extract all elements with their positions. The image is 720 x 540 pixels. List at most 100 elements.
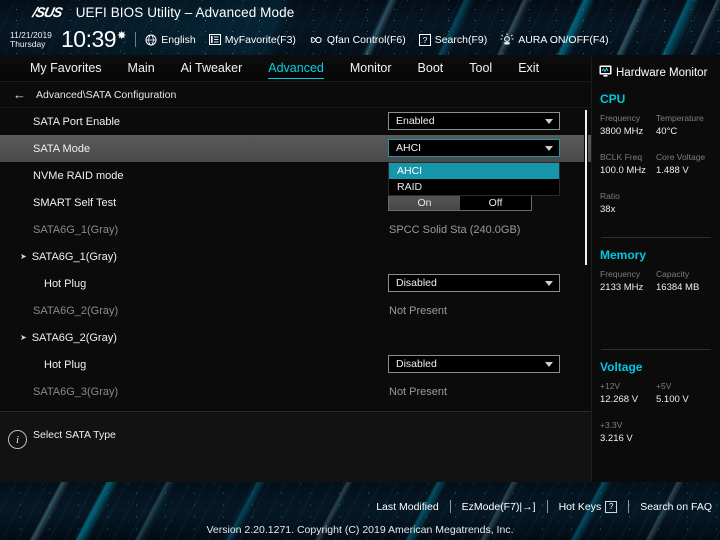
search-on-faq-button[interactable]: Search on FAQ [640,501,712,513]
last-modified-label: Last Modified [376,500,439,513]
footer-bar: Last Modified EzMode(F7)|→] Hot Keys ? S… [0,482,720,540]
hw-metric: +3.3V 3.216 V [600,419,656,446]
setting-label: Hot Plug [44,358,87,371]
setting-label: SATA Mode [33,142,91,155]
setting-label: SATA6G_1(Gray) [33,223,119,236]
qfan-control-button[interactable]: Qfan Control(F6) [309,34,406,46]
toggle-off-option[interactable]: Off [460,195,531,210]
tab-tool[interactable]: Tool [469,59,492,77]
setting-label: SATA6G_2(Gray) [33,304,119,317]
divider [449,500,451,513]
toggle-on-option[interactable]: On [389,195,460,210]
version-text: Version 2.20.1271. Copyright (C) 2019 Am… [206,524,514,536]
chevron-down-icon [545,361,553,367]
current-time: 10:39 [61,26,117,52]
back-arrow-icon[interactable]: ← [13,88,26,101]
monitor-icon [599,64,612,82]
svg-text:?: ? [422,35,427,45]
breadcrumb: ← Advanced\SATA Configuration [0,82,591,108]
hw-metric: Temperature 40°C [656,112,712,139]
chevron-down-icon [545,118,553,124]
hw-metric-key: +3.3V [600,420,623,430]
language-button[interactable]: English [145,34,196,46]
setting-row-hot-plug-1[interactable]: Hot Plug Disabled [0,270,591,297]
sata-mode-dropdown-options[interactable]: AHCI RAID [388,162,560,196]
tab-main[interactable]: Main [128,59,155,77]
last-modified-button[interactable]: Last Modified [376,501,438,513]
help-info-bar: i Select SATA Type [0,411,591,482]
hw-metric-value: 12.268 V [600,394,639,405]
smart-self-test-toggle[interactable]: On Off [388,194,532,211]
tab-my-favorites[interactable]: My Favorites [30,59,102,77]
header-title-row: /SUS UEFI BIOS Utility – Advanced Mode [0,0,720,24]
hot-keys-button[interactable]: Hot Keys ? [559,500,618,513]
chevron-right-icon: ➤ [20,333,27,342]
hardware-monitor-panel: Hardware Monitor CPU Frequency 3800 MHz … [591,55,720,482]
tab-exit[interactable]: Exit [518,59,539,77]
tab-ai-tweaker[interactable]: Ai Tweaker [181,59,243,77]
settings-scrollbar-thumb[interactable] [585,110,587,265]
setting-row-sata-port-enable[interactable]: SATA Port Enable Enabled [0,108,591,135]
hw-metric-value: 5.100 V [656,394,689,405]
setting-row-sata6g-1-device: SATA6G_1(Gray) SPCC Solid Sta (240.0GB) [0,216,591,243]
tab-boot[interactable]: Boot [418,59,444,77]
setting-row-sata6g-2-submenu[interactable]: ➤ SATA6G_2(Gray) [0,324,591,351]
search-button[interactable]: ? Search(F9) [418,33,488,46]
gear-icon[interactable]: ✸ [117,29,126,42]
device-value: SPCC Solid Sta (240.0GB) [389,223,521,236]
chevron-right-icon: ➤ [20,252,27,261]
search-on-faq-label: Search on FAQ [640,500,712,513]
ezmode-button[interactable]: EzMode(F7)|→] [462,501,536,513]
hw-metric-value: 3800 MHz [600,126,644,137]
hot-plug-2-dropdown[interactable]: Disabled [388,355,560,373]
hw-metric-value: 40°C [656,126,678,137]
setting-label: SATA6G_3(Gray) [33,385,119,398]
hw-metric-value: 1.488 V [656,165,689,176]
hw-metric-value: 3.216 V [600,433,633,444]
aura-toggle-button[interactable]: AURA ON/OFF(F4) [500,33,609,46]
dropdown-value: Disabled [396,277,437,289]
dropdown-option-raid[interactable]: RAID [389,179,559,195]
hardware-monitor-header: Hardware Monitor [592,55,720,82]
device-value: Not Present [389,385,448,398]
window-title: UEFI BIOS Utility – Advanced Mode [75,4,295,20]
setting-row-sata6g-1-submenu[interactable]: ➤ SATA6G_1(Gray) [0,243,591,270]
current-weekday: Thursday [10,38,46,49]
setting-label: Hot Plug [44,277,87,290]
hw-voltage-row-2: +3.3V 3.216 V [592,419,720,446]
footer-links: Last Modified EzMode(F7)|→] Hot Keys ? S… [376,500,712,513]
setting-row-sata6g-3-submenu[interactable]: ➤ SATA6G_3(Gray) [0,405,591,408]
hw-metric-key: Frequency [600,113,641,123]
hw-metric-key: +12V [600,381,621,391]
divider [135,32,137,47]
dropdown-value: Disabled [396,358,437,370]
chevron-down-icon [545,280,553,286]
hw-metric: BCLK Freq 100.0 MHz [600,151,656,178]
tab-advanced[interactable]: Advanced [268,59,324,79]
hw-metric: Frequency 2133 MHz [600,268,656,295]
breadcrumb-path: Advanced\SATA Configuration [36,88,177,101]
divider [628,500,630,513]
search-label: Search(F9) [434,33,488,46]
device-value: Not Present [389,304,448,317]
aura-label: AURA ON/OFF(F4) [518,33,609,46]
setting-row-sata-mode[interactable]: SATA Mode AHCI [0,135,591,162]
globe-icon [145,34,157,46]
dropdown-value: AHCI [396,142,422,154]
header-bar: /SUS UEFI BIOS Utility – Advanced Mode 1… [0,0,720,55]
sata-port-enable-dropdown[interactable]: Enabled [388,112,560,130]
hw-voltage-row-1: +12V 12.268 V +5V 5.100 V [592,380,720,407]
setting-row-hot-plug-2[interactable]: Hot Plug Disabled [0,351,591,378]
settings-list: SATA Port Enable Enabled SATA Mode AHCI … [0,108,591,408]
hw-metric-key: Temperature [656,113,704,123]
tab-monitor[interactable]: Monitor [350,59,392,77]
question-box-icon: ? [605,500,618,513]
info-icon: i [8,430,27,449]
myfavorite-button[interactable]: MyFavorite(F3) [208,34,296,46]
sata-mode-dropdown[interactable]: AHCI [388,139,560,157]
setting-label: SMART Self Test [33,196,117,209]
hardware-monitor-title: Hardware Monitor [616,67,708,79]
hot-plug-1-dropdown[interactable]: Disabled [388,274,560,292]
dropdown-option-ahci[interactable]: AHCI [389,163,559,179]
hw-metric-value: 16384 MB [656,282,700,293]
